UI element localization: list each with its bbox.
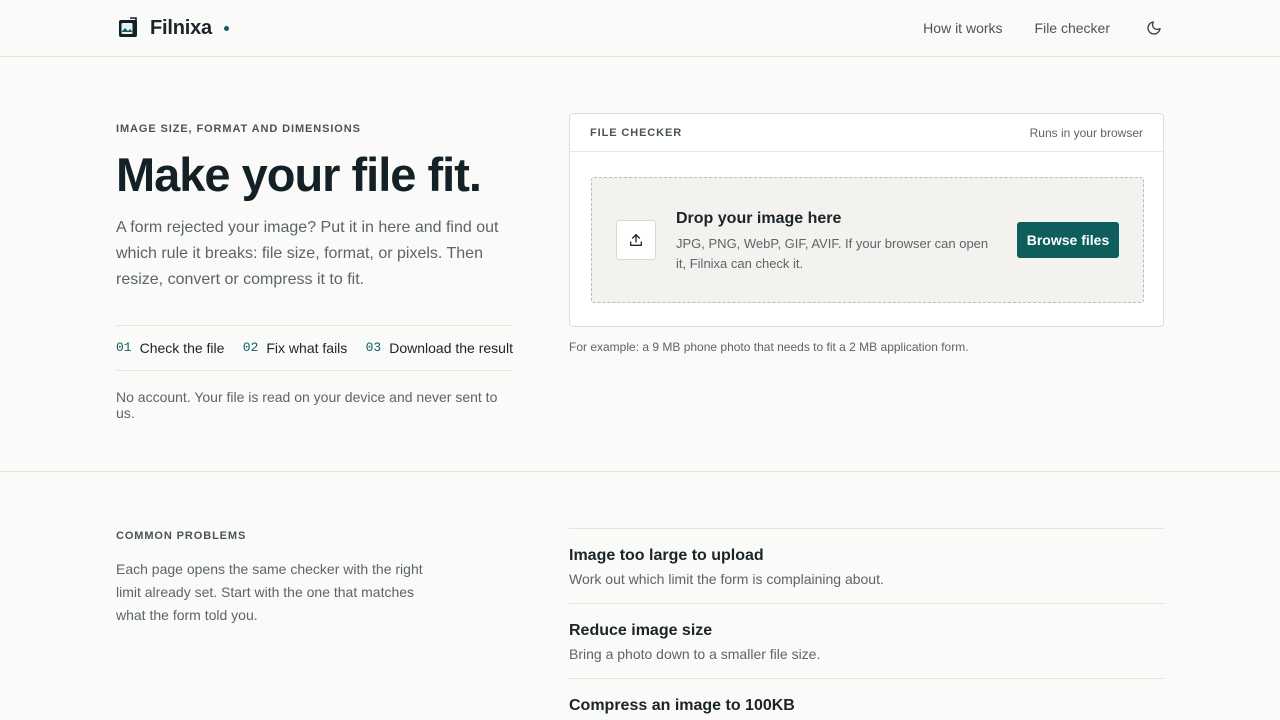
problem-description: Work out which limit the form is complai…	[569, 571, 884, 587]
step-download: 03 Download the result	[366, 340, 513, 356]
theme-toggle-button[interactable]	[1144, 18, 1164, 38]
step-check: 01 Check the file	[116, 340, 224, 356]
nav-file-checker[interactable]: File checker	[1035, 20, 1110, 36]
brand-dot	[223, 25, 229, 31]
list-item[interactable]: Compress an image to 100KB	[569, 678, 1164, 720]
browse-files-button[interactable]: Browse files	[1017, 222, 1119, 258]
file-checker-header: FILE CHECKER Runs in your browser	[570, 114, 1163, 152]
site-header: Filnixa How it works File checker	[0, 0, 1280, 57]
dropzone-title: Drop your image here	[676, 210, 842, 227]
upload-icon	[630, 234, 642, 246]
problems-eyebrow: COMMON PROBLEMS	[116, 530, 247, 542]
problem-description: Bring a photo down to a smaller file siz…	[569, 646, 821, 662]
step-fix: 02 Fix what fails	[243, 340, 348, 356]
file-checker-subtitle: Runs in your browser	[1029, 125, 1143, 140]
common-problems-section: COMMON PROBLEMS Each page opens the same…	[0, 472, 1280, 720]
problems-intro: COMMON PROBLEMS Each page opens the same…	[116, 530, 426, 627]
image-dropzone[interactable]: Drop your image here JPG, PNG, WebP, GIF…	[591, 177, 1144, 303]
list-item[interactable]: Image too large to upload Work out which…	[569, 528, 1164, 603]
step-label: Check the file	[139, 339, 225, 356]
step-label: Download the result	[389, 339, 513, 356]
file-checker-panel: FILE CHECKER Runs in your browser Drop y…	[569, 113, 1164, 327]
file-checker-title: FILE CHECKER	[590, 126, 683, 139]
hero-eyebrow: IMAGE SIZE, FORMAT AND DIMENSIONS	[116, 123, 361, 135]
moon-icon	[1147, 21, 1161, 35]
upload-button[interactable]	[616, 220, 656, 260]
problem-title[interactable]: Image too large to upload	[569, 547, 1164, 565]
step-label: Fix what fails	[266, 339, 348, 356]
problem-title[interactable]: Compress an image to 100KB	[569, 697, 1164, 715]
hero-lead: A form rejected your image? Put it in he…	[116, 218, 499, 288]
list-item[interactable]: Reduce image size Bring a photo down to …	[569, 603, 1164, 678]
problems-description: Each page opens the same checker with th…	[116, 561, 423, 623]
logo-icon	[119, 17, 137, 37]
brand-name: Filnixa	[150, 16, 212, 39]
page-title: Make your file fit.	[116, 148, 482, 201]
steps-list: 01 Check the file 02 Fix what fails 03 D…	[116, 324, 513, 371]
hero-intro: IMAGE SIZE, FORMAT AND DIMENSIONS Make y…	[116, 123, 513, 421]
dropzone-description: JPG, PNG, WebP, GIF, AVIF. If your brows…	[676, 236, 989, 271]
dropzone-text: Drop your image here JPG, PNG, WebP, GIF…	[676, 210, 1001, 274]
brand[interactable]: Filnixa	[116, 16, 229, 40]
step-number: 03	[365, 340, 382, 356]
main-nav: How it works File checker	[923, 18, 1164, 38]
step-number: 01	[116, 340, 132, 356]
problem-title[interactable]: Reduce image size	[569, 622, 1164, 640]
privacy-note: No account. Your file is read on your de…	[116, 388, 498, 421]
hero-section: IMAGE SIZE, FORMAT AND DIMENSIONS Make y…	[0, 57, 1280, 472]
nav-how-it-works[interactable]: How it works	[923, 20, 1002, 36]
problem-list: Image too large to upload Work out which…	[569, 528, 1164, 720]
step-number: 02	[242, 340, 259, 356]
example-note: For example: a 9 MB phone photo that nee…	[569, 340, 969, 354]
